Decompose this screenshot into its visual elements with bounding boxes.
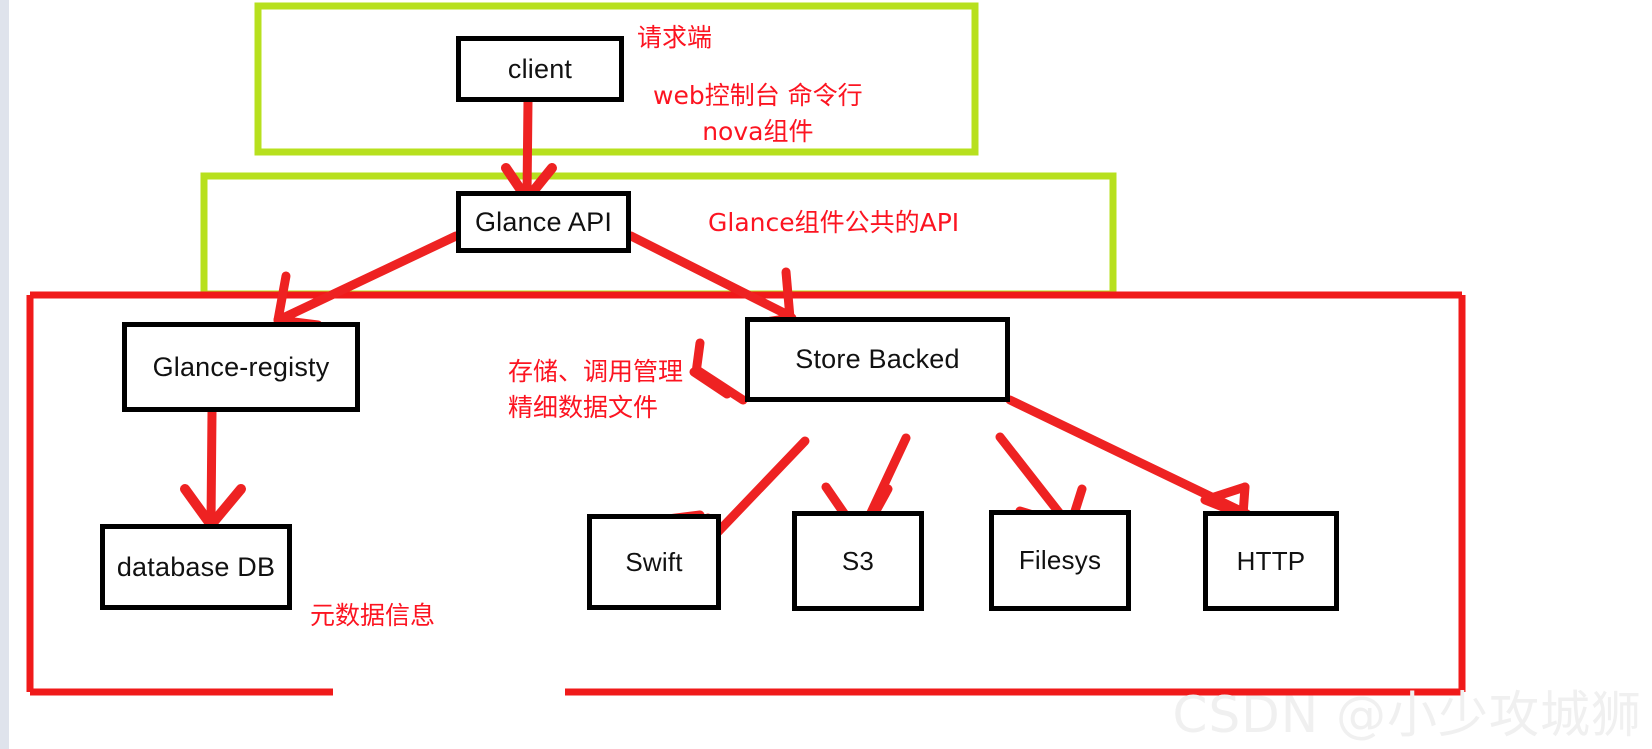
annotation-glance-api-note: Glance组件公共的API bbox=[708, 205, 959, 241]
annotation-store-note: 存储、调用管理 精细数据文件 bbox=[508, 354, 683, 427]
csdn-watermark-text: CSDN @小少攻城狮 bbox=[1172, 686, 1642, 744]
node-glance-api[interactable]: Glance API bbox=[456, 191, 631, 253]
arrow-registry-to-database bbox=[180, 407, 246, 530]
node-s3[interactable]: S3 bbox=[792, 511, 924, 611]
annotation-db-note-text: 元数据信息 bbox=[310, 601, 436, 630]
annotation-client-detail-line1: web控制台 命令行 bbox=[653, 81, 863, 110]
annotation-store-note-line1: 存储、调用管理 bbox=[508, 357, 684, 386]
node-swift-label: Swift bbox=[625, 546, 683, 577]
annotation-client-role: 请求端 bbox=[637, 20, 712, 56]
arrow-glance-api-to-registry bbox=[273, 231, 461, 330]
node-client-label: client bbox=[507, 53, 573, 84]
arrow-store-backed-to-http bbox=[1005, 395, 1252, 520]
node-http[interactable]: HTTP bbox=[1203, 511, 1339, 611]
left-edge-strip bbox=[0, 0, 9, 749]
annotation-client-detail: web控制台 命令行 nova组件 bbox=[653, 78, 863, 151]
node-client[interactable]: client bbox=[456, 36, 624, 102]
node-glance-registry-label: Glance-registy bbox=[152, 351, 330, 382]
node-database-db[interactable]: database DB bbox=[100, 524, 292, 610]
node-glance-api-label: Glance API bbox=[474, 206, 613, 237]
annotation-client-role-text: 请求端 bbox=[637, 23, 713, 52]
annotation-store-note-line2: 精细数据文件 bbox=[508, 393, 659, 423]
annotation-glance-api-note-text: Glance组件公共的API bbox=[708, 208, 960, 237]
annotation-client-detail-line2: nova组件 bbox=[702, 117, 814, 147]
annotation-db-note: 元数据信息 bbox=[310, 598, 435, 634]
group-api-boundary bbox=[200, 172, 1117, 298]
arrow-client-to-glance-api bbox=[501, 96, 557, 204]
csdn-watermark: CSDN @小少攻城狮 bbox=[1173, 675, 1642, 747]
node-filesys[interactable]: Filesys bbox=[989, 510, 1131, 611]
diagram-canvas: client Glance API Glance-registy Store B… bbox=[0, 0, 1652, 749]
node-swift[interactable]: Swift bbox=[587, 514, 721, 610]
node-store-backed[interactable]: Store Backed bbox=[745, 317, 1010, 402]
node-s3-label: S3 bbox=[841, 545, 875, 576]
arrow-glance-api-to-store-backed bbox=[626, 231, 797, 329]
node-store-backed-label: Store Backed bbox=[795, 344, 960, 374]
arrow-store-note-callout bbox=[689, 338, 748, 405]
node-http-label: HTTP bbox=[1236, 545, 1306, 576]
node-database-db-label: database DB bbox=[116, 551, 276, 582]
node-glance-registry[interactable]: Glance-registy bbox=[122, 322, 360, 412]
node-filesys-label: Filesys bbox=[1018, 545, 1102, 575]
